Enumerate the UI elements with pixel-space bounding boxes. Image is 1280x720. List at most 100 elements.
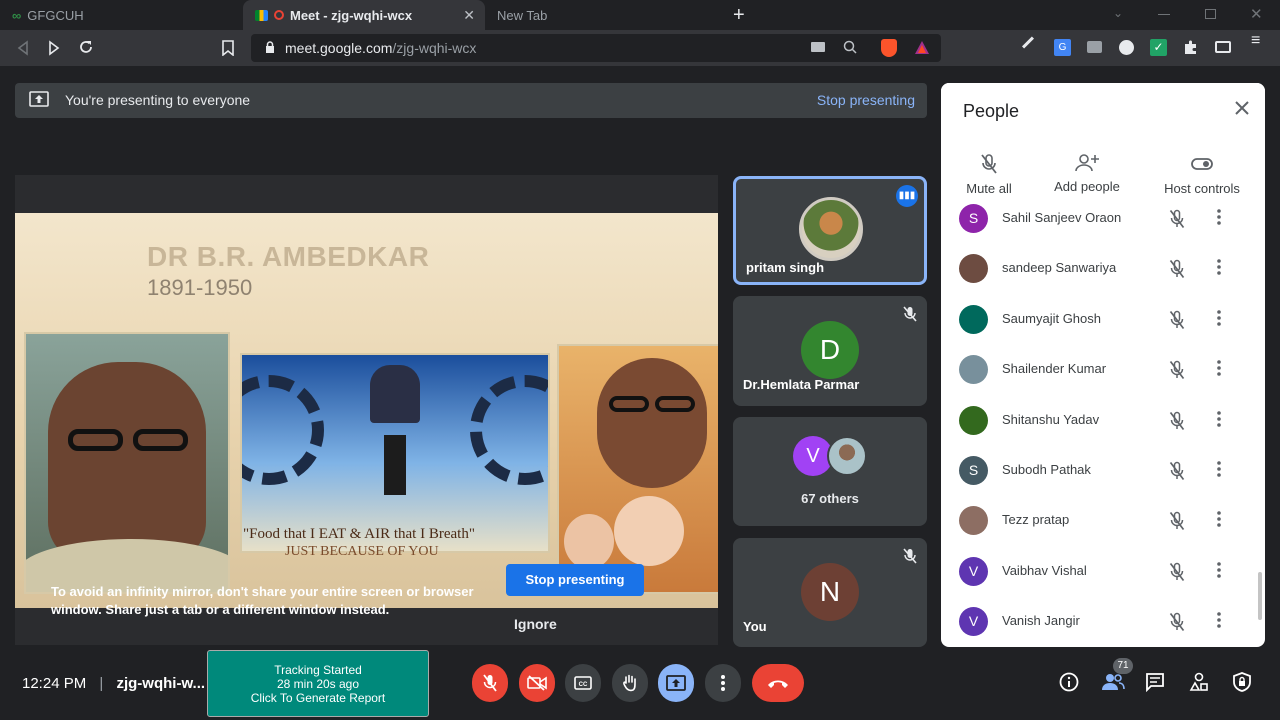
more-vert-icon[interactable] xyxy=(1216,611,1222,629)
mic-off-icon[interactable] xyxy=(1169,562,1185,582)
google-translate-icon[interactable]: G xyxy=(1054,39,1071,56)
meeting-details-icon[interactable] xyxy=(1059,672,1079,692)
participant-row[interactable]: S Subodh Pathak xyxy=(941,446,1265,496)
tab-new-tab[interactable]: New Tab xyxy=(485,0,725,30)
stop-presenting-button[interactable]: Stop presenting xyxy=(506,564,644,596)
host-controls-shield-icon[interactable] xyxy=(1233,672,1251,692)
more-vert-icon[interactable] xyxy=(1216,460,1222,478)
more-vert-icon[interactable] xyxy=(1216,258,1222,276)
recording-dot-icon xyxy=(274,10,284,20)
people-scrollbar[interactable] xyxy=(1258,572,1262,620)
hand-icon xyxy=(623,674,636,692)
participant-name: Vaibhav Vishal xyxy=(1002,562,1087,578)
hang-up-icon xyxy=(768,680,788,688)
ignore-button[interactable]: Ignore xyxy=(514,616,557,632)
tab-meet[interactable]: Meet - zjg-wqhi-wcx ✕ xyxy=(243,0,485,30)
extensions-puzzle-icon[interactable] xyxy=(1183,39,1199,55)
raise-hand-button[interactable] xyxy=(612,664,648,702)
participant-tile-pritam[interactable]: ▮▮▮ pritam singh xyxy=(733,176,927,285)
stop-presenting-link[interactable]: Stop presenting xyxy=(817,92,915,108)
brave-shields-icon[interactable] xyxy=(881,39,897,57)
mic-off-icon[interactable] xyxy=(1169,511,1185,531)
incognito-extension-icon[interactable] xyxy=(1119,40,1134,55)
minimize-icon[interactable] xyxy=(1158,14,1170,15)
mic-off-icon[interactable] xyxy=(1169,461,1185,481)
address-bar[interactable]: meet.google.com/zjg-wqhi-wcx xyxy=(251,34,941,62)
tab-label: Meet - zjg-wqhi-wcx xyxy=(290,7,413,23)
participant-row[interactable]: Tezz pratap xyxy=(941,496,1265,546)
bookmark-icon[interactable] xyxy=(222,40,234,56)
panel-title: People xyxy=(963,101,1020,121)
mic-off-icon[interactable] xyxy=(1169,209,1185,229)
svg-text:CC: CC xyxy=(579,682,588,688)
slide-quote-sub: JUST BECAUSE OF YOU xyxy=(285,544,439,559)
forward-icon[interactable] xyxy=(47,40,61,56)
mic-off-icon[interactable] xyxy=(1169,411,1185,431)
participant-tile-hemlata[interactable]: D Dr.Hemlata Parmar xyxy=(733,296,927,406)
slide-quote: "Food that I EAT & AIR that I Breath" xyxy=(243,526,475,542)
participant-tile-others[interactable]: V 67 others xyxy=(733,417,927,526)
tracking-report-button[interactable]: Tracking Started 28 min 20s ago Click To… xyxy=(207,650,429,717)
leave-call-button[interactable] xyxy=(752,664,804,702)
captions-button[interactable]: CC xyxy=(565,664,601,702)
host-controls-button[interactable]: Host controls xyxy=(1161,153,1243,196)
restore-icon[interactable] xyxy=(1205,9,1216,19)
brave-rewards-icon[interactable] xyxy=(914,40,930,55)
chat-icon[interactable] xyxy=(1145,672,1165,692)
more-options-button[interactable] xyxy=(705,664,741,702)
tab-search-chevron-icon[interactable]: ⌄ xyxy=(1113,6,1123,20)
add-people-button[interactable]: Add people xyxy=(1053,153,1121,194)
meet-favicon-icon xyxy=(255,9,268,21)
more-vert-icon[interactable] xyxy=(1216,410,1222,428)
participant-row[interactable]: sandeep Sanwariya xyxy=(941,244,1265,294)
participant-name: Subodh Pathak xyxy=(1002,462,1091,477)
avatar: N xyxy=(801,563,859,621)
people-icon[interactable] xyxy=(1101,672,1125,692)
new-tab-plus-icon[interactable]: + xyxy=(733,4,745,27)
close-tab-icon[interactable]: ✕ xyxy=(463,7,475,24)
close-panel-icon[interactable] xyxy=(1235,101,1249,115)
tab-gfgcuh[interactable]: ∞ GFGCUH xyxy=(0,0,243,30)
check-extension-icon[interactable]: ✓ xyxy=(1150,39,1167,56)
mic-off-icon[interactable] xyxy=(1169,310,1185,330)
participant-row[interactable]: Saumyajit Ghosh xyxy=(941,295,1265,345)
camera-in-use-icon[interactable] xyxy=(811,42,825,52)
mic-off-icon[interactable] xyxy=(1169,259,1185,279)
reload-icon[interactable] xyxy=(78,39,94,55)
avatar xyxy=(799,197,863,261)
participant-row[interactable]: Shailender Kumar xyxy=(941,345,1265,395)
avatar: S xyxy=(959,456,988,485)
participant-row[interactable]: V Vanish Jangir xyxy=(941,597,1265,647)
more-vert-icon[interactable] xyxy=(1216,359,1222,377)
more-vert-icon[interactable] xyxy=(1216,208,1222,226)
participant-row[interactable]: Shitanshu Yadav xyxy=(941,396,1265,446)
infinity-mirror-warning: To avoid an infinity mirror, don't share… xyxy=(51,584,474,617)
camera-toggle-button[interactable] xyxy=(519,664,555,702)
people-panel: People Mute all Add people Host controls… xyxy=(941,83,1265,647)
zoom-icon[interactable] xyxy=(843,40,857,54)
participant-name: Sahil Sanjeev Oraon xyxy=(1002,210,1122,225)
mic-off-icon[interactable] xyxy=(1169,360,1185,380)
screenshot-extension-icon[interactable] xyxy=(1087,41,1102,53)
more-vert-icon[interactable] xyxy=(1216,561,1222,579)
more-vert-icon[interactable] xyxy=(1216,510,1222,528)
activities-icon[interactable] xyxy=(1189,672,1209,692)
wheel-banner-photo xyxy=(240,353,550,553)
meeting-time-and-code: 12:24 PM | zjg-wqhi-w... xyxy=(22,675,206,692)
mic-off-icon[interactable] xyxy=(1169,612,1185,632)
close-window-icon[interactable]: ✕ xyxy=(1250,5,1263,23)
more-vert-icon[interactable] xyxy=(1216,309,1222,327)
browser-menu-icon[interactable]: ≡ xyxy=(1251,33,1260,49)
participant-tile-you[interactable]: N You xyxy=(733,538,927,647)
wallet-icon[interactable] xyxy=(1215,41,1231,53)
participant-name: pritam singh xyxy=(746,260,825,275)
mic-toggle-button[interactable] xyxy=(472,664,508,702)
generate-report-label: Click To Generate Report xyxy=(250,691,386,705)
mute-all-button[interactable]: Mute all xyxy=(965,153,1013,196)
present-button[interactable] xyxy=(658,664,694,702)
mic-off-icon xyxy=(483,674,497,692)
participant-row[interactable]: V Vaibhav Vishal xyxy=(941,547,1265,597)
back-icon[interactable] xyxy=(16,40,30,56)
add-people-label: Add people xyxy=(1054,179,1120,194)
participant-row[interactable]: S Sahil Sanjeev Oraon xyxy=(941,194,1265,244)
